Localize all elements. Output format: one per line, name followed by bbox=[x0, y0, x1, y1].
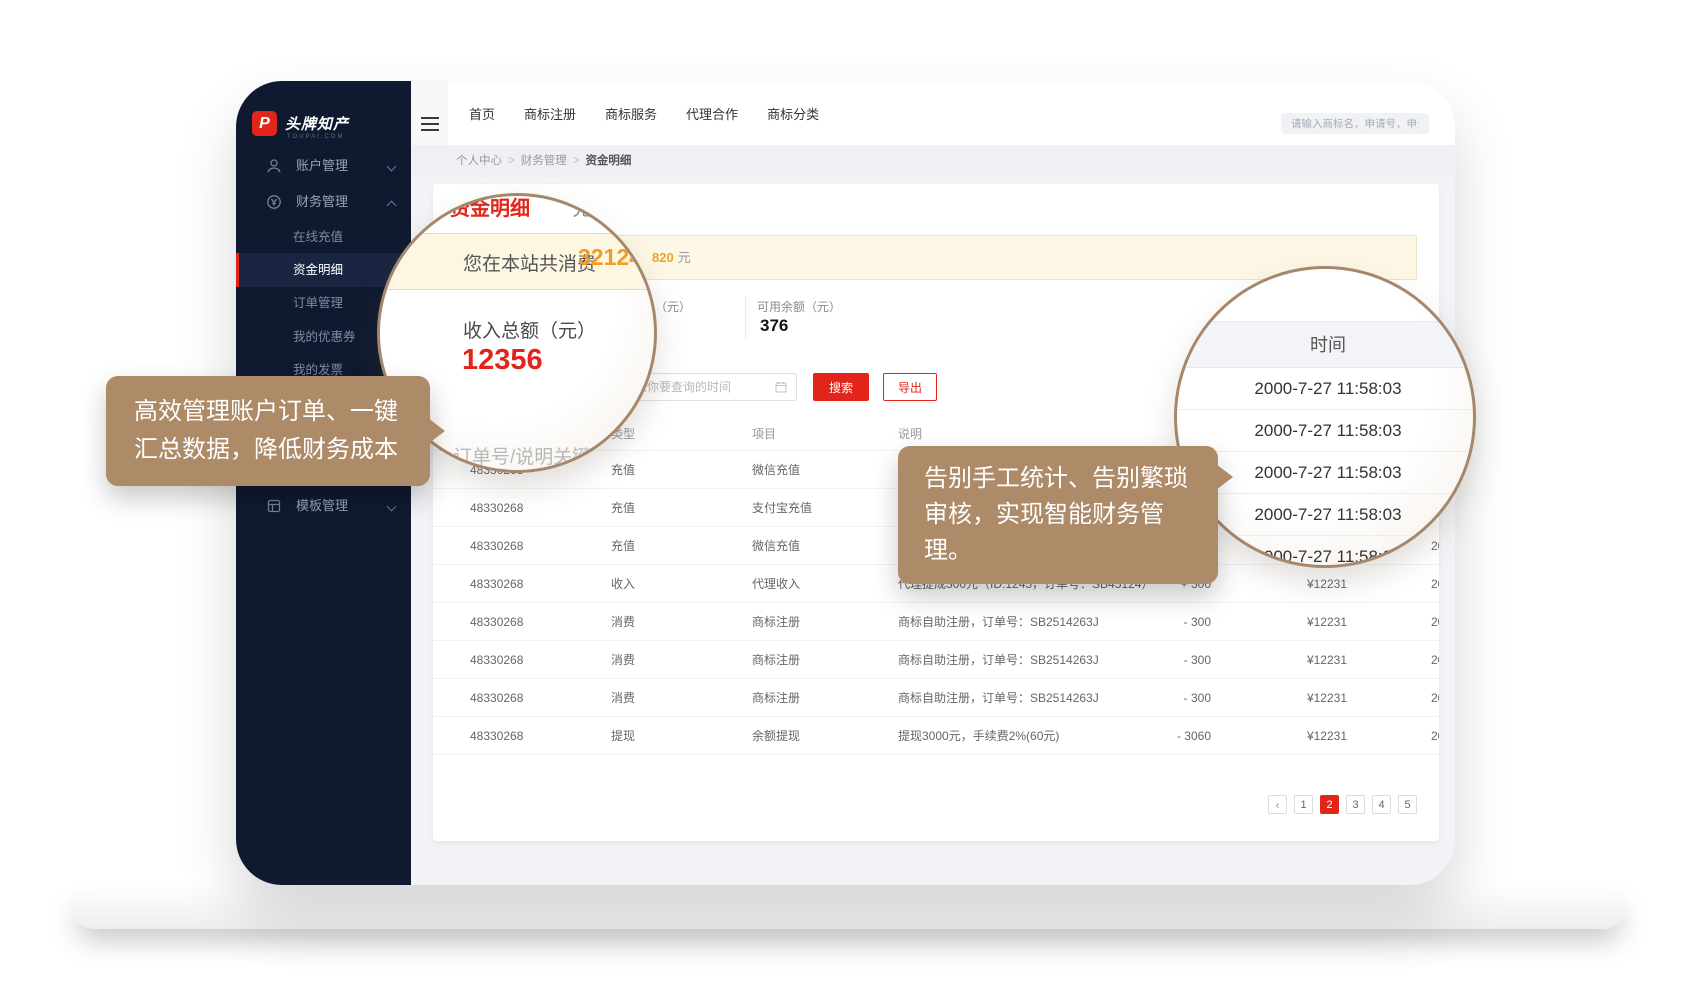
laptop-base bbox=[70, 889, 1628, 929]
nav-link-services[interactable]: 商标服务 bbox=[605, 104, 657, 123]
table-row[interactable]: 48330268消费商标注册商标自助注册，订单号：SB2514263J- 300… bbox=[433, 641, 1439, 679]
page-button-4[interactable]: 4 bbox=[1372, 795, 1391, 814]
nav-link-classes[interactable]: 商标分类 bbox=[767, 104, 819, 123]
template-icon bbox=[266, 498, 282, 514]
banner-suffix-unit: 元 bbox=[678, 250, 691, 265]
sidebar-item-label: 我的优惠券 bbox=[293, 320, 356, 354]
table-row[interactable]: 48330268消费商标注册商标自助注册，订单号：SB2514263J- 300… bbox=[433, 603, 1439, 641]
balance-value: 376 bbox=[760, 316, 788, 336]
top-nav-links: 首页 商标注册 商标服务 代理合作 商标分类 bbox=[469, 81, 819, 145]
hamburger-icon[interactable] bbox=[421, 117, 439, 131]
top-navbar: 首页 商标注册 商标服务 代理合作 商标分类 bbox=[411, 81, 1455, 145]
callout-arrow-icon bbox=[428, 418, 445, 444]
sidebar-item-label: 订单管理 bbox=[293, 286, 343, 320]
export-button[interactable]: 导出 bbox=[883, 373, 937, 401]
sidebar-item-label: 账户管理 bbox=[296, 149, 348, 183]
search-button[interactable]: 搜索 bbox=[813, 373, 869, 401]
header-project[interactable]: 项目 bbox=[752, 418, 763, 451]
logo-tagline: TOUPAI.COM bbox=[287, 134, 344, 140]
nav-link-home[interactable]: 首页 bbox=[469, 104, 495, 123]
chevron-down-icon bbox=[387, 502, 397, 512]
table-row[interactable]: 48330268消费商标注册商标自助注册，订单号：SB2514263J- 300… bbox=[433, 679, 1439, 717]
callout-arrow-icon bbox=[1216, 464, 1233, 490]
breadcrumb-item[interactable]: 财务管理 bbox=[521, 155, 567, 167]
breadcrumb-current: 资金明细 bbox=[585, 155, 631, 167]
page-button-1[interactable]: 1 bbox=[1294, 795, 1313, 814]
page: P 头牌知产 TOUPAI.COM 账户管理 财务管理 在线充值 资金明细 bbox=[0, 0, 1696, 1002]
table-row[interactable]: 48330268提现余额提现提现3000元，手续费2%(60元)- 3060¥1… bbox=[433, 717, 1439, 755]
callout-left-text: 高效管理账户订单、一键汇总数据，降低财务成本 bbox=[134, 398, 398, 463]
nav-link-agency[interactable]: 代理合作 bbox=[686, 104, 738, 123]
stat-unit-label: （元） bbox=[655, 298, 691, 315]
calendar-icon bbox=[775, 381, 787, 393]
search-input[interactable] bbox=[1281, 113, 1429, 134]
logo-title: 头牌知产 bbox=[285, 113, 349, 134]
hamburger-strip bbox=[411, 81, 448, 145]
lens-time-row: 2000-7-27 11:58:03 bbox=[1177, 368, 1476, 410]
prev-page-button[interactable]: ‹ bbox=[1268, 795, 1287, 814]
user-icon bbox=[266, 158, 282, 174]
lens-time-row: 2000-7-27 11:58:03 bbox=[1177, 494, 1476, 536]
banner-suffix-value: 820 bbox=[652, 250, 674, 265]
lens-keyword-placeholder: 订单号/说明关键 bbox=[453, 442, 591, 469]
page-button-2[interactable]: 2 bbox=[1320, 795, 1339, 814]
lens-banner-value: 32124 bbox=[578, 244, 642, 271]
balance-label: 可用余额（元） bbox=[757, 298, 841, 315]
callout-right-text: 告别手工统计、告别繁琐审核，实现智能财务管理。 bbox=[924, 465, 1188, 564]
finance-icon bbox=[266, 194, 282, 210]
lens-income-label: 收入总额（元） bbox=[463, 316, 596, 343]
logo[interactable]: P 头牌知产 TOUPAI.COM bbox=[252, 109, 402, 149]
sidebar-item-account[interactable]: 账户管理 bbox=[236, 149, 411, 183]
callout-right: 告别手工统计、告别繁琐审核，实现智能财务管理。 bbox=[898, 446, 1218, 584]
chevron-up-icon bbox=[387, 201, 397, 211]
banner-text: 820 元 bbox=[652, 236, 691, 279]
sidebar-item-template[interactable]: 模板管理 bbox=[236, 489, 411, 523]
page-button-5[interactable]: 5 bbox=[1398, 795, 1417, 814]
page-button-3[interactable]: 3 bbox=[1346, 795, 1365, 814]
magnifier-lens-right: 时间 2000-7-27 11:58:03 2000-7-27 11:58:03… bbox=[1174, 266, 1476, 568]
sidebar-item-label: 模板管理 bbox=[296, 489, 348, 523]
breadcrumb-item[interactable]: 个人中心 bbox=[456, 155, 502, 167]
nav-link-register[interactable]: 商标注册 bbox=[524, 104, 576, 123]
breadcrumb: 个人中心>财务管理>资金明细 bbox=[411, 145, 1455, 177]
lens-tab-active: 资金明细 bbox=[450, 193, 530, 221]
logo-icon: P bbox=[252, 111, 277, 136]
chevron-down-icon bbox=[387, 162, 397, 172]
lens-banner-prefix: 您在本站共消费 bbox=[463, 249, 596, 276]
lens-income-value: 12356 bbox=[462, 344, 543, 377]
callout-left: 高效管理账户订单、一键汇总数据，降低财务成本 bbox=[106, 376, 430, 486]
pagination: ‹ 1 2 3 4 5 bbox=[1268, 795, 1417, 814]
sidebar-item-label: 在线充值 bbox=[293, 220, 343, 254]
sidebar-item-finance[interactable]: 财务管理 bbox=[236, 185, 411, 219]
lens-time-header: 时间 bbox=[1177, 321, 1476, 368]
lens-time-row: 2000-7-27 11:58:03 bbox=[1177, 410, 1476, 452]
stat-divider bbox=[745, 296, 746, 340]
sidebar-item-label: 资金明细 bbox=[293, 253, 343, 287]
lens-time-row: 2000-7-27 11:58:03 bbox=[1177, 536, 1476, 568]
sidebar-item-label: 财务管理 bbox=[296, 185, 348, 219]
lens-tab-inactive: 充值明细 bbox=[572, 194, 648, 221]
